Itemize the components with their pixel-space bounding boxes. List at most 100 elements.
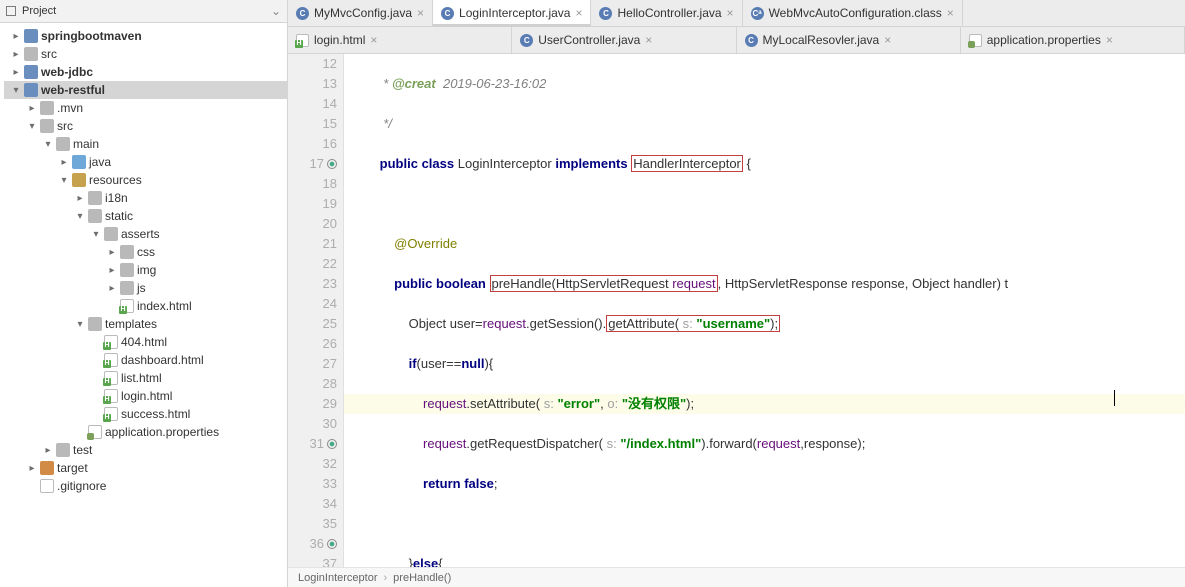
gutter-line[interactable]: 27 [288, 354, 339, 374]
gutter-line[interactable]: 15 [288, 114, 339, 134]
chevron-icon[interactable] [91, 229, 101, 240]
chevron-icon[interactable] [75, 319, 85, 330]
close-icon[interactable]: × [1106, 33, 1113, 47]
tree-dir-java[interactable]: java [4, 153, 287, 171]
gutter-line[interactable]: 21 [288, 234, 339, 254]
tree-module-web-restful[interactable]: web-restful [4, 81, 287, 99]
gutter-line[interactable]: 35 [288, 514, 339, 534]
gutter-line[interactable]: 36 [288, 534, 339, 554]
tree-dir-test[interactable]: test [4, 441, 287, 459]
tree-dir-src-top[interactable]: src [4, 45, 287, 63]
tab-webmvcautoconfiguration-class[interactable]: CaWebMvcAutoConfiguration.class× [743, 0, 963, 26]
code-editor[interactable]: * @creat 2019-06-23-16:02 */ public clas… [344, 54, 1185, 567]
chevron-icon[interactable] [11, 67, 21, 78]
chevron-icon[interactable] [11, 31, 21, 42]
gutter-line[interactable]: 30 [288, 414, 339, 434]
chevron-icon[interactable] [75, 193, 85, 204]
chevron-icon[interactable] [59, 175, 69, 186]
gutter-line[interactable]: 28 [288, 374, 339, 394]
tab-hellocontroller-java[interactable]: CHelloController.java× [591, 0, 742, 26]
tree-file-list-html[interactable]: list.html [4, 369, 287, 387]
tree-dir-templates[interactable]: templates [4, 315, 287, 333]
tree-dir-css[interactable]: css [4, 243, 287, 261]
breadcrumb-separator-icon [384, 572, 388, 584]
gutter-line[interactable]: 31 [288, 434, 339, 454]
tab-logininterceptor-java[interactable]: CLoginInterceptor.java× [433, 0, 591, 26]
breadcrumb[interactable]: LoginInterceptor preHandle() [288, 567, 1185, 587]
chevron-icon[interactable] [27, 121, 37, 132]
gutter-line[interactable]: 26 [288, 334, 339, 354]
sidebar-dropdown-icon[interactable]: ⌄ [271, 4, 281, 18]
close-icon[interactable]: × [645, 33, 652, 47]
tree-dir-js[interactable]: js [4, 279, 287, 297]
tree-module-springbootmaven[interactable]: springbootmaven [4, 27, 287, 45]
chevron-icon[interactable] [59, 157, 69, 168]
gutter-line[interactable]: 17 [288, 154, 339, 174]
project-view-icon[interactable] [6, 6, 16, 16]
tree-dir-mvn[interactable]: .mvn [4, 99, 287, 117]
gutter-line[interactable]: 32 [288, 454, 339, 474]
gutter-line[interactable]: 13 [288, 74, 339, 94]
gutter-line[interactable]: 24 [288, 294, 339, 314]
chevron-icon[interactable] [27, 463, 37, 474]
tree-file-login-html[interactable]: login.html [4, 387, 287, 405]
close-icon[interactable]: × [947, 6, 954, 20]
tree-file-gitignore[interactable]: .gitignore [4, 477, 287, 495]
tab-mymvcconfig-java[interactable]: CMyMvcConfig.java× [288, 0, 433, 26]
tree-file-application-properties[interactable]: application.properties [4, 423, 287, 441]
gutter-line[interactable]: 33 [288, 474, 339, 494]
gutter-line[interactable]: 12 [288, 54, 339, 74]
chevron-icon[interactable] [43, 445, 53, 456]
gutter-line[interactable]: 22 [288, 254, 339, 274]
tree-file-404-html[interactable]: 404.html [4, 333, 287, 351]
gutter-line[interactable]: 14 [288, 94, 339, 114]
chevron-icon[interactable] [75, 211, 85, 222]
tree-dir-img[interactable]: img [4, 261, 287, 279]
gutter-line[interactable]: 34 [288, 494, 339, 514]
tab-mylocalresovler-java[interactable]: CMyLocalResovler.java× [737, 27, 961, 53]
tree-dir-src[interactable]: src [4, 117, 287, 135]
gutter-line[interactable]: 25 [288, 314, 339, 334]
chevron-icon[interactable] [11, 49, 21, 60]
tree-dir-static[interactable]: static [4, 207, 287, 225]
tab-usercontroller-java[interactable]: CUserController.java× [512, 27, 736, 53]
gutter-line[interactable]: 23 [288, 274, 339, 294]
tree-module-web-jdbc[interactable]: web-jdbc [4, 63, 287, 81]
tree-dir-main[interactable]: main [4, 135, 287, 153]
tree-dir-resources[interactable]: resources [4, 171, 287, 189]
chevron-icon[interactable] [11, 85, 21, 96]
breadcrumb-method[interactable]: preHandle() [393, 572, 451, 584]
chevron-icon [27, 481, 37, 492]
tab-application-properties[interactable]: application.properties× [961, 27, 1185, 53]
chevron-icon[interactable] [43, 139, 53, 150]
close-icon[interactable]: × [575, 6, 582, 20]
gutter-line[interactable]: 37 [288, 554, 339, 567]
gutter[interactable]: 1213141516171819202122232425262728293031… [288, 54, 344, 567]
tab-login-html[interactable]: login.html× [288, 27, 512, 53]
gutter-line[interactable]: 16 [288, 134, 339, 154]
gutter-line[interactable]: 19 [288, 194, 339, 214]
gutter-line[interactable]: 20 [288, 214, 339, 234]
override-marker-icon[interactable] [327, 439, 337, 449]
tree-file-dashboard-html[interactable]: dashboard.html [4, 351, 287, 369]
tree-file-success-html[interactable]: success.html [4, 405, 287, 423]
tree-dir-target[interactable]: target [4, 459, 287, 477]
gutter-line[interactable]: 29 [288, 394, 339, 414]
breadcrumb-class[interactable]: LoginInterceptor [298, 572, 378, 584]
close-icon[interactable]: × [727, 6, 734, 20]
chevron-icon[interactable] [27, 103, 37, 114]
close-icon[interactable]: × [370, 33, 377, 47]
chevron-icon[interactable] [107, 247, 117, 258]
close-icon[interactable]: × [417, 6, 424, 20]
tree-dir-i18n[interactable]: i18n [4, 189, 287, 207]
close-icon[interactable]: × [884, 33, 891, 47]
gutter-line[interactable]: 18 [288, 174, 339, 194]
tree-file-index-html[interactable]: index.html [4, 297, 287, 315]
override-marker-icon[interactable] [327, 159, 337, 169]
chevron-icon[interactable] [107, 265, 117, 276]
tab-label: LoginInterceptor.java [459, 6, 570, 20]
override-marker-icon[interactable] [327, 539, 337, 549]
tree-dir-asserts[interactable]: asserts [4, 225, 287, 243]
project-tree[interactable]: springbootmaven src web-jdbc web-restful… [0, 23, 287, 587]
chevron-icon[interactable] [107, 283, 117, 294]
